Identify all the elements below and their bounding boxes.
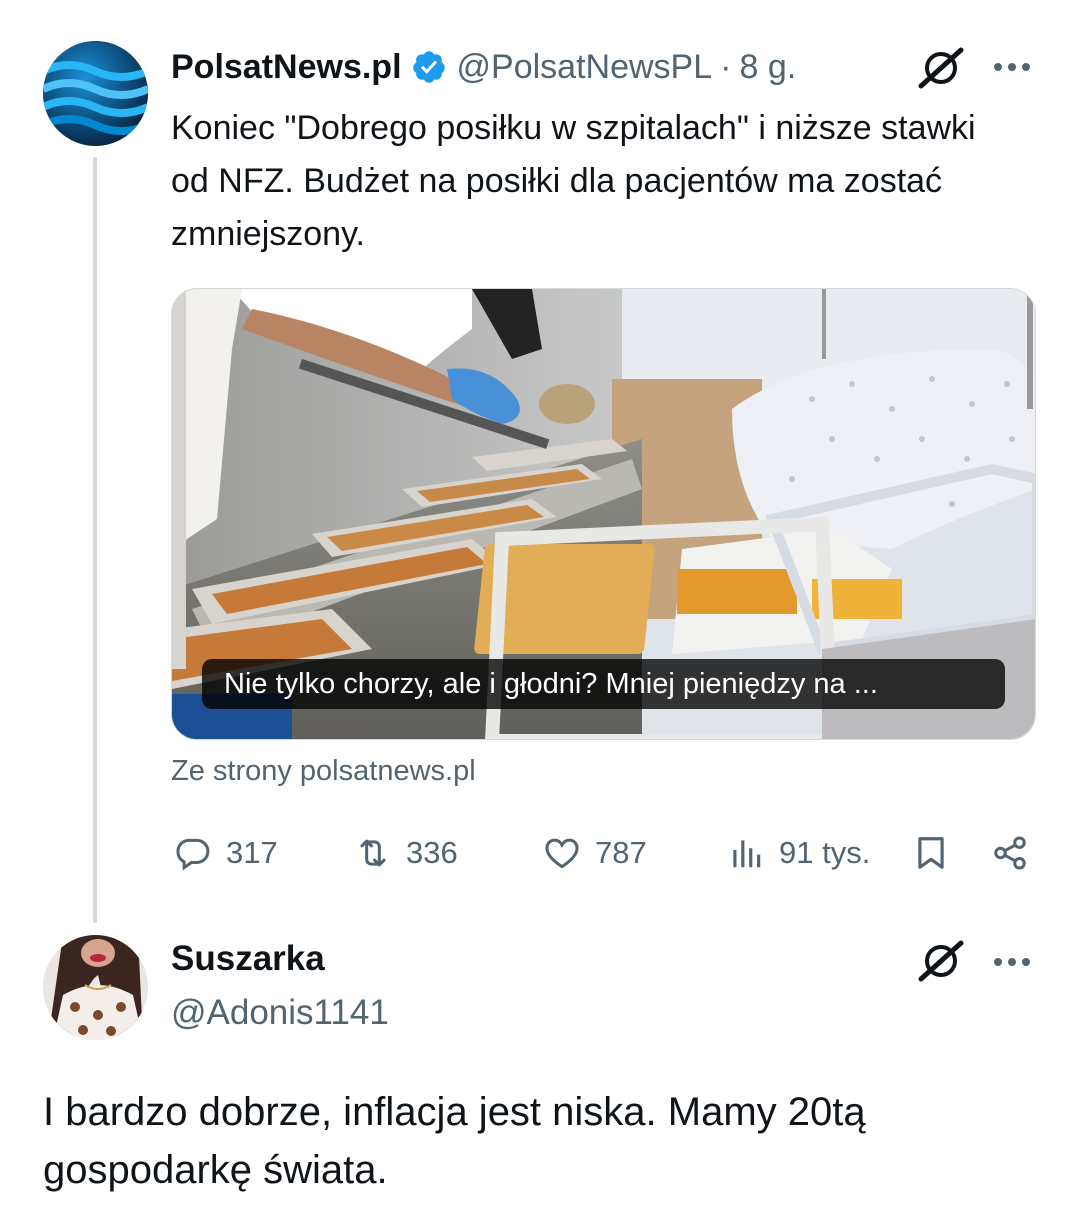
author-handle[interactable]: @PolsatNewsPL [457, 48, 713, 87]
tweet-text: Koniec "Dobrego posiłku w szpitalach" i … [171, 109, 976, 253]
grok-icon[interactable] [917, 46, 965, 90]
views-chart-icon [733, 840, 761, 868]
repost-button[interactable]: 336 [354, 826, 458, 880]
separator-dot: · [720, 47, 732, 86]
author-name[interactable]: PolsatNews.pl [171, 48, 402, 87]
polsatnews-avatar[interactable] [43, 41, 148, 146]
bookmark-icon [918, 837, 944, 869]
tweet-actions: 317 336 787 91 tys. [171, 826, 1036, 880]
reply-icon [176, 838, 210, 871]
reply-button[interactable]: 317 [174, 826, 278, 880]
like-count: 787 [595, 835, 647, 870]
reply-text: I bardzo dobrze, inflacja jest niska. Ma… [43, 1090, 866, 1192]
link-card-title[interactable]: Nie tylko chorzy, ale i głodni? Mniej pi… [202, 659, 1005, 709]
share-button[interactable] [991, 826, 1029, 880]
like-button[interactable]: 787 [543, 826, 647, 880]
share-icon [994, 836, 1026, 870]
bookmark-button[interactable] [912, 826, 950, 880]
more-dots-icon[interactable] [992, 55, 1032, 79]
thread-connector-line [93, 157, 97, 923]
repost-icon [360, 839, 386, 867]
more-dots-icon[interactable] [992, 950, 1032, 974]
reply-author-name[interactable]: Suszarka [171, 939, 325, 979]
reply-author-handle[interactable]: @Adonis1141 [171, 993, 389, 1033]
views-count: 91 tys. [779, 835, 871, 870]
views-button[interactable]: 91 tys. [727, 826, 870, 880]
suszarka-avatar[interactable] [43, 935, 148, 1040]
heart-icon [545, 838, 579, 869]
tweet-time[interactable]: 8 g. [739, 48, 796, 87]
grok-icon[interactable] [917, 939, 965, 983]
link-source[interactable]: Ze strony polsatnews.pl [171, 755, 476, 788]
repost-count: 336 [406, 835, 458, 870]
verified-badge-icon[interactable] [411, 49, 447, 85]
tweet-thread: PolsatNews.pl @PolsatNewsPL · 8 g. Konie… [0, 0, 1080, 1215]
tweet-header: PolsatNews.pl @PolsatNewsPL · 8 g. [171, 42, 1040, 92]
reply-count: 317 [226, 835, 278, 870]
